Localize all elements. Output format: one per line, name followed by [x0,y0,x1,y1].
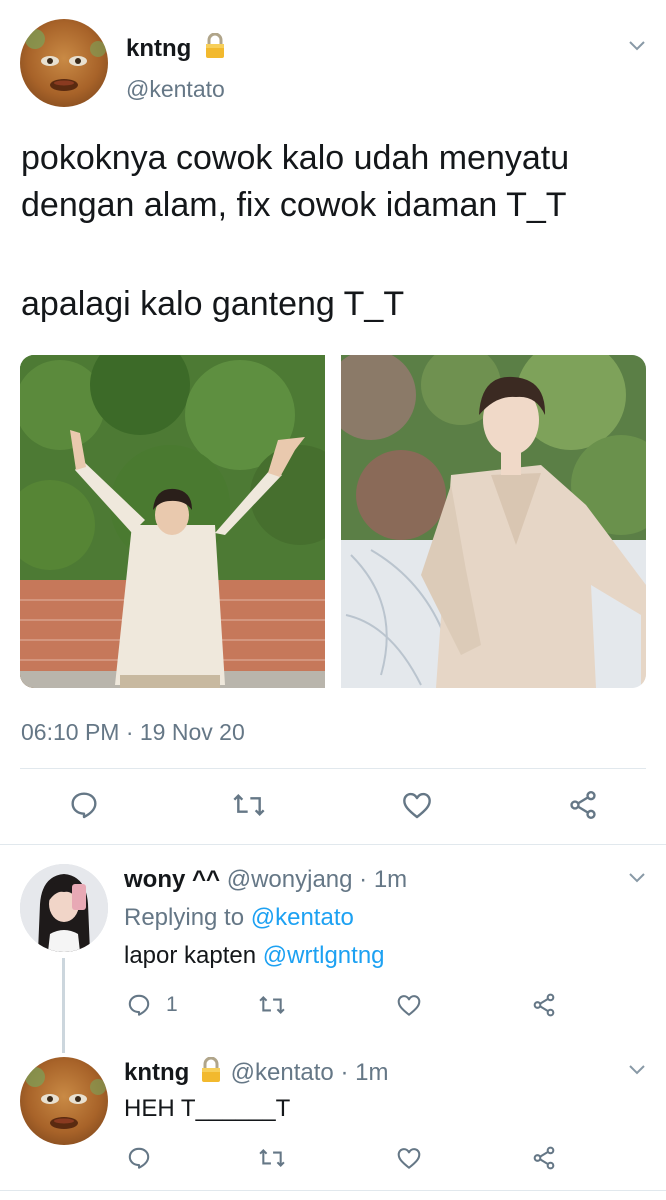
reply-actions [0,1138,666,1178]
handle[interactable]: @kentato [126,75,225,103]
reply-icon [128,1147,150,1169]
avatar-face-image [25,1067,106,1129]
retweet-icon [233,793,265,817]
reply-icon [128,994,150,1016]
divider [0,844,666,845]
like-button[interactable] [400,785,434,825]
reply-button[interactable]: 1 [126,985,178,1025]
retweet-button[interactable] [257,985,287,1025]
reply-icon [71,792,97,819]
tweet-text-line-1: pokoknya cowok kalo udah menyatu [21,139,570,177]
retweet-button[interactable] [257,1138,287,1178]
lock-icon [204,32,226,66]
display-name[interactable]: kntng [126,32,226,66]
reply2-header: kntng @kentato · 1m [124,1056,388,1091]
tweet-actions [0,785,666,825]
reply-text: HEH T______T [124,1095,291,1122]
tweet-text-line-2: dengan alam, fix cowok idaman T_T [21,186,567,224]
display-name[interactable]: kntng [124,1059,189,1086]
handle[interactable]: @kentato [231,1059,334,1086]
timestamp[interactable]: · 1m [340,1059,388,1086]
avatar[interactable] [20,864,108,952]
retweet-icon [259,995,285,1015]
retweet-icon [259,1148,285,1168]
like-button[interactable] [395,1138,423,1178]
share-icon [533,1146,555,1170]
tweet-photo-2[interactable] [341,355,646,688]
tweet-photo-1[interactable] [20,355,325,688]
avatar[interactable] [20,19,108,107]
retweet-button[interactable] [231,785,267,825]
share-icon [533,993,555,1017]
reply-text: lapor kapten @wrtlgntng [124,941,385,971]
tweet-text-line-3: apalagi kalo ganteng T_T [21,285,405,323]
mention-link[interactable]: @wrtlgntng [263,942,385,969]
tweet-timestamp[interactable]: 06:10 PM · 19 Nov 20 [21,718,245,746]
divider [20,768,646,769]
share-button[interactable] [531,985,557,1025]
share-button[interactable] [567,785,599,825]
reply-button[interactable] [68,785,100,825]
handle[interactable]: @wonyjang [227,866,353,893]
reply1-header: wony ^^ @wonyjang · 1m [124,865,407,895]
avatar-girl-image [20,864,108,952]
reply-actions: 1 [0,985,666,1025]
chevron-down-icon[interactable] [626,866,648,888]
photo-man-arms-raised-image [20,355,325,688]
reply-button[interactable] [126,1138,152,1178]
photo-man-in-suit-image [341,355,646,688]
replying-to-label: Replying to [124,904,245,931]
share-icon [570,791,596,819]
like-button[interactable] [395,985,423,1025]
avatar-face-image [25,29,106,91]
replying-to-link[interactable]: @kentato [251,904,354,931]
display-name-text[interactable]: kntng [126,35,191,62]
display-name[interactable]: wony ^^ [124,866,220,893]
chevron-down-icon[interactable] [626,1058,648,1080]
share-button[interactable] [531,1138,557,1178]
avatar[interactable] [20,1057,108,1145]
timestamp[interactable]: · 1m [359,866,407,893]
heart-icon [397,1148,421,1169]
reply-text-body: lapor kapten [124,942,257,969]
reply-count: 1 [166,993,178,1016]
heart-icon [403,792,431,819]
divider [0,1190,666,1191]
lock-icon [200,1056,222,1091]
chevron-down-icon[interactable] [626,34,648,56]
heart-icon [397,995,421,1016]
replying-to: Replying to @kentato [124,903,354,933]
